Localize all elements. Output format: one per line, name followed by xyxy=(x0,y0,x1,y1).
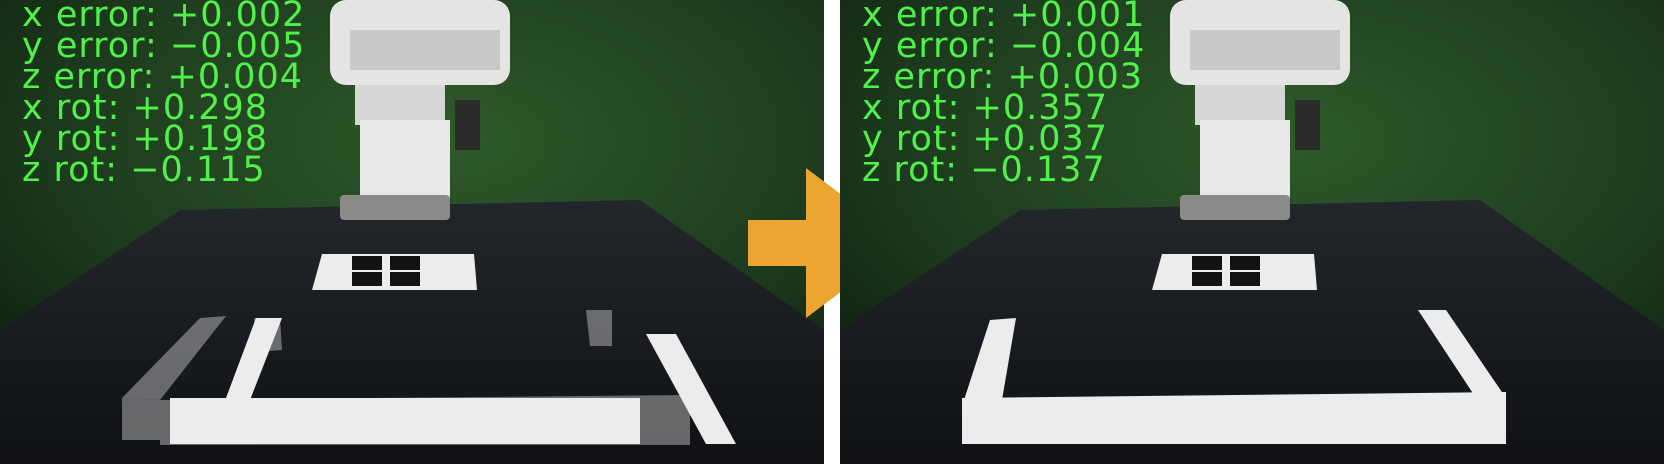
readout-line-z-rot: z rot: −0.115 xyxy=(22,150,266,190)
camera-view-after: x error: +0.001 y error: −0.004 z error:… xyxy=(840,0,1664,464)
camera-view-before: x error: +0.002 y error: −0.005 z error:… xyxy=(0,0,824,464)
pose-error-readout-before: x error: +0.002 y error: −0.005 z error:… xyxy=(22,0,305,190)
pose-error-readout-after: x error: +0.001 y error: −0.004 z error:… xyxy=(862,0,1145,190)
readout-line-z-rot: z rot: −0.137 xyxy=(862,150,1106,190)
